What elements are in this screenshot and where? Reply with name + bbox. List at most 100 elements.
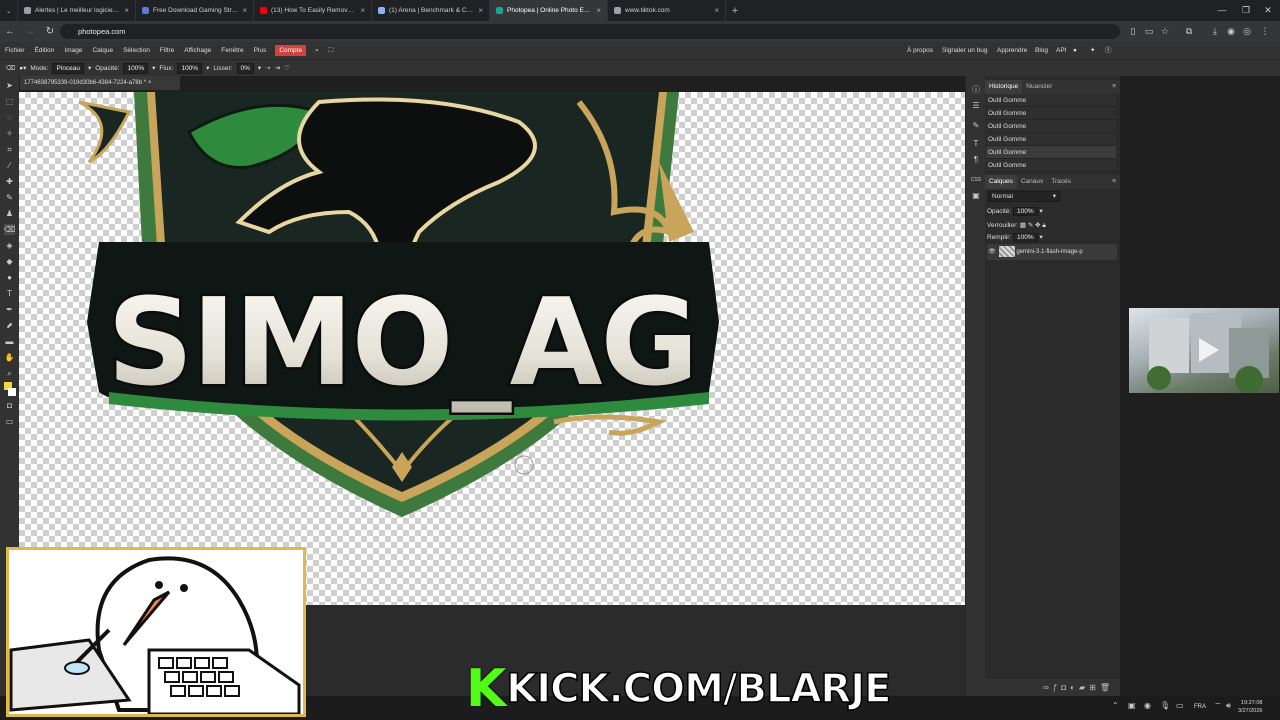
menu-window[interactable]: Fenêtre bbox=[216, 42, 248, 59]
stamp-tool-icon[interactable]: ♟ bbox=[4, 208, 15, 219]
lock-icon[interactable]: 🔒︎ bbox=[1042, 222, 1045, 229]
trash-icon[interactable]: 🗑︎ bbox=[1100, 683, 1114, 692]
pressure-icon[interactable]: ⇢ bbox=[265, 64, 270, 72]
page-icon[interactable]: ▯ bbox=[1126, 24, 1140, 38]
chevron-down-icon[interactable]: ▾ bbox=[88, 64, 91, 72]
chevron-down-icon[interactable]: ▾ bbox=[258, 64, 261, 72]
visibility-eye-icon[interactable]: 👁︎ bbox=[987, 244, 997, 260]
microphone-icon[interactable]: 🎙︎ bbox=[1160, 701, 1170, 710]
eraser-tool-icon[interactable]: ⌫ bbox=[6, 64, 15, 72]
browser-tab-3[interactable]: (13) How To Easily Remove A W × bbox=[254, 0, 372, 21]
close-tab-icon[interactable]: × bbox=[360, 6, 365, 15]
about-link[interactable]: À propos bbox=[907, 42, 933, 59]
history-item[interactable]: Outil Gomme bbox=[986, 107, 1116, 120]
download-icon[interactable]: ⤓ bbox=[1208, 24, 1222, 38]
layer-row[interactable]: 👁︎ gemini-3.1-flash-image-p bbox=[987, 244, 1117, 260]
airbrush-icon[interactable]: ⇥ bbox=[275, 64, 280, 72]
menu-select[interactable]: Sélection bbox=[118, 42, 155, 59]
search-icon[interactable]: ⌕ bbox=[310, 42, 324, 59]
facebook-icon[interactable]: ⓕ bbox=[1105, 42, 1112, 59]
zoom-tool-icon[interactable]: ⌕ bbox=[4, 368, 15, 379]
history-item[interactable]: Outil Gomme bbox=[986, 94, 1116, 107]
maximize-button[interactable]: ❐ bbox=[1234, 0, 1258, 21]
brush-panel-icon[interactable]: ✎ bbox=[970, 120, 982, 132]
menu-edit[interactable]: Édition bbox=[30, 42, 60, 59]
close-tab-icon[interactable]: × bbox=[478, 6, 483, 15]
video-thumbnail[interactable] bbox=[1129, 308, 1279, 393]
reddit-icon[interactable]: ● bbox=[1073, 42, 1077, 59]
blend-mode-select[interactable]: Normal ▾ bbox=[988, 191, 1060, 202]
close-window-button[interactable]: ✕ bbox=[1256, 0, 1280, 21]
tab-paths[interactable]: Tracés bbox=[1047, 175, 1075, 189]
history-item[interactable]: Outil Gomme bbox=[986, 133, 1116, 146]
history-item[interactable]: Outil Gomme bbox=[986, 159, 1116, 172]
menu-file[interactable]: Fichier bbox=[0, 42, 30, 59]
kebab-menu-icon[interactable]: ⋮ bbox=[1258, 24, 1272, 38]
css-panel-icon[interactable]: CSS bbox=[970, 174, 982, 186]
mode-select[interactable]: Pinceau bbox=[52, 62, 84, 74]
chevron-down-icon[interactable]: ▾ bbox=[1039, 208, 1042, 215]
fullscreen-icon[interactable]: ⛶ bbox=[324, 42, 339, 59]
learn-link[interactable]: Apprendre bbox=[997, 42, 1027, 59]
marquee-tool-icon[interactable]: ⬚ bbox=[4, 96, 15, 107]
volume-icon[interactable]: 🔊︎ bbox=[1226, 701, 1231, 711]
close-tab-icon[interactable]: × bbox=[124, 6, 129, 15]
close-tab-icon[interactable]: × bbox=[714, 6, 719, 15]
link-icon[interactable]: ∞ bbox=[1043, 683, 1053, 692]
tray-chevron-icon[interactable]: ⌃ bbox=[1112, 701, 1119, 710]
close-tab-icon[interactable]: × bbox=[596, 6, 601, 15]
chevron-down-icon[interactable]: ▾ bbox=[206, 64, 209, 72]
history-item[interactable]: Outil Gomme bbox=[986, 120, 1116, 133]
chevron-down-icon[interactable]: ▾ bbox=[1039, 234, 1042, 241]
blur-tool-icon[interactable]: ◆ bbox=[4, 256, 15, 267]
move-tool-icon[interactable]: ➤ bbox=[4, 80, 15, 91]
twitter-icon[interactable]: ✦ bbox=[1090, 42, 1095, 59]
profile-icon[interactable]: ◎ bbox=[1240, 24, 1254, 38]
opacity-input[interactable]: 100% bbox=[123, 62, 149, 74]
image-panel-icon[interactable]: ▣ bbox=[970, 190, 982, 202]
minimize-button[interactable]: — bbox=[1210, 0, 1234, 21]
cast-icon[interactable]: ▭ bbox=[1142, 24, 1156, 38]
lock-brush-icon[interactable]: ✎ bbox=[1028, 222, 1033, 229]
extensions-icon[interactable]: ⧉ bbox=[1182, 24, 1196, 38]
close-tab-icon[interactable]: × bbox=[242, 6, 247, 15]
properties-icon[interactable]: ☰ bbox=[970, 100, 982, 112]
account-button[interactable]: Compte bbox=[275, 45, 307, 56]
browser-tab-1[interactable]: Alertes | Le meilleur logiciel po × bbox=[18, 0, 136, 21]
lock-transparency-icon[interactable]: ▦ bbox=[1020, 222, 1026, 229]
forward-arrow-icon[interactable]: → bbox=[20, 26, 40, 37]
crop-tool-icon[interactable]: ⌗ bbox=[4, 144, 15, 155]
character-panel-icon[interactable]: T bbox=[970, 138, 982, 150]
smooth-input[interactable]: 0% bbox=[236, 62, 254, 74]
canvas-area[interactable]: SIMO_AG bbox=[19, 92, 965, 605]
tray-app-icon[interactable]: ▣ bbox=[1128, 701, 1136, 710]
path-select-icon[interactable]: ⬈ bbox=[4, 320, 15, 331]
folder-icon[interactable]: ▰ bbox=[1079, 683, 1089, 692]
report-bug-link[interactable]: Signaler un bug bbox=[942, 42, 988, 59]
back-arrow-icon[interactable]: ← bbox=[0, 26, 20, 37]
history-item[interactable]: Outil Gomme bbox=[986, 146, 1116, 159]
adjustment-icon[interactable]: ◐ bbox=[1070, 683, 1079, 692]
menu-image[interactable]: Image bbox=[59, 42, 87, 59]
background-color-swatch[interactable] bbox=[8, 388, 16, 396]
tab-channels[interactable]: Canaux bbox=[1017, 175, 1047, 189]
fill-input[interactable]: 100% bbox=[1013, 233, 1038, 242]
eyedropper-icon[interactable]: ⁄ bbox=[4, 160, 15, 171]
magic-wand-icon[interactable]: ✧ bbox=[4, 128, 15, 139]
text-tool-icon[interactable]: T bbox=[4, 288, 15, 299]
brush-tool-icon[interactable]: ✎ bbox=[4, 192, 15, 203]
info-icon[interactable]: ⓘ bbox=[970, 84, 982, 96]
bucket-tool-icon[interactable]: ◈ bbox=[4, 240, 15, 251]
browser-tab-4[interactable]: (1) Arena | Benchmark & Comp × bbox=[372, 0, 490, 21]
wifi-icon[interactable]: ⌔ bbox=[1214, 701, 1222, 711]
blog-link[interactable]: Blog bbox=[1035, 42, 1048, 59]
chevron-down-icon[interactable]: ▾ bbox=[152, 64, 155, 72]
reload-icon[interactable]: ↻ bbox=[40, 26, 60, 37]
menu-view[interactable]: Affichage bbox=[179, 42, 216, 59]
tab-search-icon[interactable]: ⌄ bbox=[0, 0, 18, 21]
new-tab-button[interactable]: + bbox=[726, 5, 744, 17]
system-clock[interactable]: 19:27:08 3/27/2026 bbox=[1238, 699, 1262, 715]
healing-tool-icon[interactable]: ✚ bbox=[4, 176, 15, 187]
close-document-icon[interactable]: × bbox=[148, 80, 152, 86]
document-tab[interactable]: 177463879533­9-019d30b6-4384-7224-a78b *… bbox=[20, 76, 180, 90]
